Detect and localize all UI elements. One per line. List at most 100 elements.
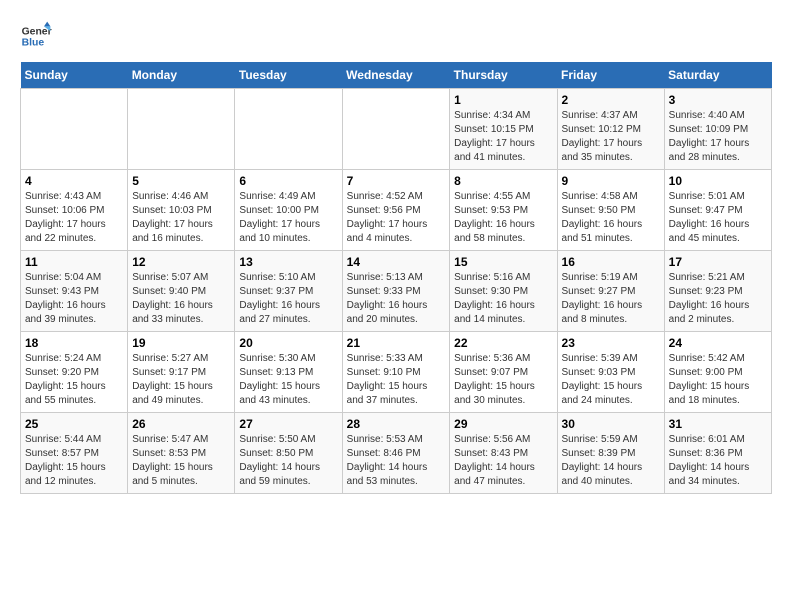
week-row-5: 25 Sunrise: 5:44 AM Sunset: 8:57 PM Dayli… — [21, 413, 772, 494]
calendar-cell: 19 Sunrise: 5:27 AM Sunset: 9:17 PM Dayli… — [128, 332, 235, 413]
calendar-cell: 6Sunrise: 4:49 AM Sunset: 10:00 PM Dayli… — [235, 170, 342, 251]
day-number: 29 — [454, 417, 552, 431]
day-info: Sunrise: 5:16 AM Sunset: 9:30 PM Dayligh… — [454, 271, 552, 327]
calendar-cell: 16 Sunrise: 5:19 AM Sunset: 9:27 PM Dayli… — [557, 251, 664, 332]
calendar-cell: 21 Sunrise: 5:33 AM Sunset: 9:10 PM Dayli… — [342, 332, 450, 413]
day-info: Sunrise: 5:24 AM Sunset: 9:20 PM Dayligh… — [25, 352, 123, 408]
day-info: Sunrise: 4:58 AM Sunset: 9:50 PM Dayligh… — [562, 190, 660, 246]
calendar-cell: 4 Sunrise: 4:43 AM Sunset: 10:06 PM Dayli… — [21, 170, 128, 251]
day-number: 21 — [347, 336, 446, 350]
calendar-cell: 10 Sunrise: 5:01 AM Sunset: 9:47 PM Dayli… — [664, 170, 771, 251]
calendar-cell: 15 Sunrise: 5:16 AM Sunset: 9:30 PM Dayli… — [450, 251, 557, 332]
week-row-2: 4 Sunrise: 4:43 AM Sunset: 10:06 PM Dayli… — [21, 170, 772, 251]
day-number: 7 — [347, 174, 446, 188]
calendar-cell: 23 Sunrise: 5:39 AM Sunset: 9:03 PM Dayli… — [557, 332, 664, 413]
day-number: 23 — [562, 336, 660, 350]
day-info: Sunrise: 6:01 AM Sunset: 8:36 PM Dayligh… — [669, 433, 767, 489]
calendar-cell: 9 Sunrise: 4:58 AM Sunset: 9:50 PM Daylig… — [557, 170, 664, 251]
day-number: 3 — [669, 93, 767, 107]
calendar-cell: 30Sunrise: 5:59 AM Sunset: 8:39 PM Dayli… — [557, 413, 664, 494]
day-info: Sunrise: 4:43 AM Sunset: 10:06 PM Daylig… — [25, 190, 123, 246]
day-info: Sunrise: 5:50 AM Sunset: 8:50 PM Dayligh… — [239, 433, 337, 489]
day-header-saturday: Saturday — [664, 62, 771, 89]
day-number: 13 — [239, 255, 337, 269]
day-info: Sunrise: 5:27 AM Sunset: 9:17 PM Dayligh… — [132, 352, 230, 408]
day-info: Sunrise: 5:36 AM Sunset: 9:07 PM Dayligh… — [454, 352, 552, 408]
day-info: Sunrise: 5:39 AM Sunset: 9:03 PM Dayligh… — [562, 352, 660, 408]
day-number: 22 — [454, 336, 552, 350]
calendar-cell: 25 Sunrise: 5:44 AM Sunset: 8:57 PM Dayli… — [21, 413, 128, 494]
calendar-cell: 2 Sunrise: 4:37 AM Sunset: 10:12 PM Dayli… — [557, 89, 664, 170]
day-header-monday: Monday — [128, 62, 235, 89]
logo-icon: General Blue — [20, 20, 52, 52]
calendar-cell: 12 Sunrise: 5:07 AM Sunset: 9:40 PM Dayli… — [128, 251, 235, 332]
day-info: Sunrise: 5:42 AM Sunset: 9:00 PM Dayligh… — [669, 352, 767, 408]
day-number: 14 — [347, 255, 446, 269]
day-number: 26 — [132, 417, 230, 431]
calendar-cell: 8 Sunrise: 4:55 AM Sunset: 9:53 PM Daylig… — [450, 170, 557, 251]
day-number: 16 — [562, 255, 660, 269]
day-info: Sunrise: 5:04 AM Sunset: 9:43 PM Dayligh… — [25, 271, 123, 327]
day-number: 9 — [562, 174, 660, 188]
day-info: Sunrise: 5:07 AM Sunset: 9:40 PM Dayligh… — [132, 271, 230, 327]
day-number: 1 — [454, 93, 552, 107]
day-number: 24 — [669, 336, 767, 350]
calendar-cell: 29 Sunrise: 5:56 AM Sunset: 8:43 PM Dayli… — [450, 413, 557, 494]
day-number: 12 — [132, 255, 230, 269]
calendar-cell — [235, 89, 342, 170]
calendar-cell: 13Sunrise: 5:10 AM Sunset: 9:37 PM Dayli… — [235, 251, 342, 332]
calendar-cell: 31 Sunrise: 6:01 AM Sunset: 8:36 PM Dayli… — [664, 413, 771, 494]
day-number: 18 — [25, 336, 123, 350]
day-number: 20 — [239, 336, 337, 350]
calendar-cell — [21, 89, 128, 170]
calendar-cell: 18 Sunrise: 5:24 AM Sunset: 9:20 PM Dayli… — [21, 332, 128, 413]
day-info: Sunrise: 5:47 AM Sunset: 8:53 PM Dayligh… — [132, 433, 230, 489]
calendar-cell: 14 Sunrise: 5:13 AM Sunset: 9:33 PM Dayli… — [342, 251, 450, 332]
day-info: Sunrise: 5:56 AM Sunset: 8:43 PM Dayligh… — [454, 433, 552, 489]
day-info: Sunrise: 5:01 AM Sunset: 9:47 PM Dayligh… — [669, 190, 767, 246]
week-row-1: 1 Sunrise: 4:34 AM Sunset: 10:15 PM Dayli… — [21, 89, 772, 170]
day-number: 4 — [25, 174, 123, 188]
day-number: 11 — [25, 255, 123, 269]
calendar-cell: 20Sunrise: 5:30 AM Sunset: 9:13 PM Dayli… — [235, 332, 342, 413]
day-header-tuesday: Tuesday — [235, 62, 342, 89]
day-header-sunday: Sunday — [21, 62, 128, 89]
day-number: 25 — [25, 417, 123, 431]
day-number: 31 — [669, 417, 767, 431]
day-info: Sunrise: 5:19 AM Sunset: 9:27 PM Dayligh… — [562, 271, 660, 327]
day-info: Sunrise: 5:33 AM Sunset: 9:10 PM Dayligh… — [347, 352, 446, 408]
day-number: 2 — [562, 93, 660, 107]
header: General Blue — [20, 20, 772, 52]
calendar-cell: 5Sunrise: 4:46 AM Sunset: 10:03 PM Dayli… — [128, 170, 235, 251]
day-info: Sunrise: 4:34 AM Sunset: 10:15 PM Daylig… — [454, 109, 552, 165]
day-info: Sunrise: 4:46 AM Sunset: 10:03 PM Daylig… — [132, 190, 230, 246]
day-info: Sunrise: 4:55 AM Sunset: 9:53 PM Dayligh… — [454, 190, 552, 246]
calendar-cell: 17Sunrise: 5:21 AM Sunset: 9:23 PM Dayli… — [664, 251, 771, 332]
calendar-cell: 27Sunrise: 5:50 AM Sunset: 8:50 PM Dayli… — [235, 413, 342, 494]
day-number: 8 — [454, 174, 552, 188]
day-info: Sunrise: 5:44 AM Sunset: 8:57 PM Dayligh… — [25, 433, 123, 489]
calendar-cell: 22 Sunrise: 5:36 AM Sunset: 9:07 PM Dayli… — [450, 332, 557, 413]
day-header-friday: Friday — [557, 62, 664, 89]
calendar-cell: 1 Sunrise: 4:34 AM Sunset: 10:15 PM Dayli… — [450, 89, 557, 170]
day-number: 30 — [562, 417, 660, 431]
day-number: 15 — [454, 255, 552, 269]
day-info: Sunrise: 5:13 AM Sunset: 9:33 PM Dayligh… — [347, 271, 446, 327]
week-row-3: 11 Sunrise: 5:04 AM Sunset: 9:43 PM Dayli… — [21, 251, 772, 332]
logo: General Blue — [20, 20, 52, 52]
day-header-wednesday: Wednesday — [342, 62, 450, 89]
calendar-cell: 11 Sunrise: 5:04 AM Sunset: 9:43 PM Dayli… — [21, 251, 128, 332]
header-row: SundayMondayTuesdayWednesdayThursdayFrid… — [21, 62, 772, 89]
calendar-cell — [342, 89, 450, 170]
day-info: Sunrise: 4:40 AM Sunset: 10:09 PM Daylig… — [669, 109, 767, 165]
day-header-thursday: Thursday — [450, 62, 557, 89]
day-number: 10 — [669, 174, 767, 188]
calendar-cell: 3 Sunrise: 4:40 AM Sunset: 10:09 PM Dayli… — [664, 89, 771, 170]
day-info: Sunrise: 5:53 AM Sunset: 8:46 PM Dayligh… — [347, 433, 446, 489]
calendar-cell: 7Sunrise: 4:52 AM Sunset: 9:56 PM Daylig… — [342, 170, 450, 251]
day-number: 19 — [132, 336, 230, 350]
day-info: Sunrise: 5:21 AM Sunset: 9:23 PM Dayligh… — [669, 271, 767, 327]
calendar-cell: 28 Sunrise: 5:53 AM Sunset: 8:46 PM Dayli… — [342, 413, 450, 494]
day-number: 28 — [347, 417, 446, 431]
day-info: Sunrise: 4:37 AM Sunset: 10:12 PM Daylig… — [562, 109, 660, 165]
